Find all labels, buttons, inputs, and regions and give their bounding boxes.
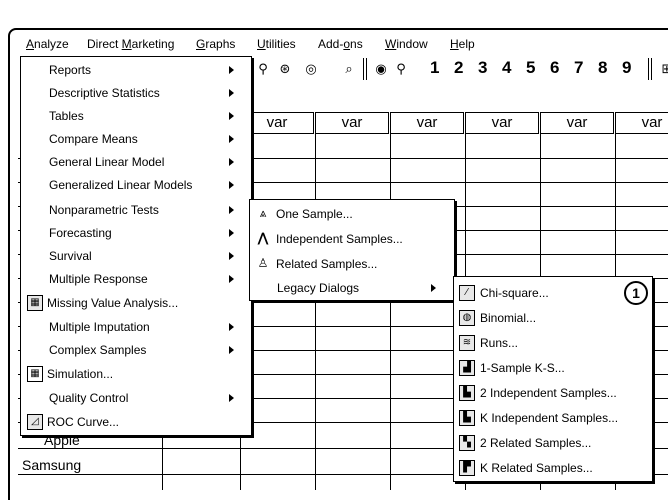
find-case-icon[interactable]: ⚲ [254, 60, 272, 78]
menu-item-survival[interactable]: Survival [49, 245, 249, 267]
menu-item-missing-value-analysis[interactable]: ▦ Missing Value Analysis... [27, 292, 249, 314]
submenu-arrow-icon [229, 252, 234, 260]
menu-item-runs[interactable]: ≋ Runs... [459, 332, 647, 354]
related-samples-icon: ♙ [257, 256, 269, 270]
menu-item-general-linear-model[interactable]: General Linear Model [49, 151, 249, 173]
nonparametric-submenu: ⩓ One Sample... ⋀ Independent Samples... ♙… [249, 199, 455, 301]
menu-item-one-sample[interactable]: ⩓ One Sample... [256, 203, 452, 225]
menu-item-legacy-dialogs[interactable]: Legacy Dialogs [277, 277, 452, 299]
submenu-arrow-icon [229, 181, 234, 189]
submenu-arrow-icon [229, 66, 234, 74]
menu-item-compare-means[interactable]: Compare Means [49, 128, 249, 150]
column-header[interactable]: var [615, 112, 668, 134]
toolbar-digit-5[interactable]: 5 [526, 58, 535, 78]
legacy-dialogs-submenu: 1 ⁄ Chi-square... ◍ Binomial... ≋ Runs... ▟… [453, 276, 653, 482]
submenu-arrow-icon [229, 112, 234, 120]
toolbar-digit-3[interactable]: 3 [478, 58, 487, 78]
menu-item-two-independent-samples[interactable]: ▙ 2 Independent Samples... [459, 382, 647, 404]
column-header[interactable]: var [465, 112, 539, 134]
submenu-arrow-icon [229, 206, 234, 214]
runs-icon: ≋ [459, 335, 475, 351]
globe-icon[interactable]: ◉ [372, 60, 390, 78]
menu-item-k-related-samples[interactable]: ▛ K Related Samples... [459, 457, 647, 479]
menu-item-simulation[interactable]: ▦ Simulation... [27, 363, 249, 385]
roc-curve-icon: ◿ [27, 414, 43, 430]
menu-direct-marketing[interactable]: Direct Marketing [87, 37, 174, 51]
grid-col-line [390, 134, 391, 490]
menu-item-generalized-linear-models[interactable]: Generalized Linear Models [49, 174, 249, 196]
toolbar-digit-8[interactable]: 8 [598, 58, 607, 78]
value-labels-icon[interactable]: ⌕ [340, 60, 358, 78]
weight-cases-icon[interactable]: ◎ [302, 60, 320, 78]
toolbar-separator [363, 58, 367, 80]
toolbar-digit-7[interactable]: 7 [574, 58, 583, 78]
submenu-arrow-icon [229, 158, 234, 166]
menu-item-multiple-imputation[interactable]: Multiple Imputation [49, 316, 249, 338]
submenu-arrow-icon [229, 346, 234, 354]
menu-item-independent-samples[interactable]: ⋀ Independent Samples... [256, 228, 452, 250]
k-independent-samples-icon: ▙ [459, 410, 475, 426]
toolbar-digit-4[interactable]: 4 [502, 58, 511, 78]
submenu-arrow-icon [229, 89, 234, 97]
menu-item-descriptive-statistics[interactable]: Descriptive Statistics [49, 82, 249, 104]
toolbar-digit-9[interactable]: 9 [622, 58, 631, 78]
menu-item-related-samples[interactable]: ♙ Related Samples... [256, 253, 452, 275]
menu-item-two-related-samples[interactable]: ▚ 2 Related Samples... [459, 432, 647, 454]
toolbar-separator [648, 58, 652, 80]
menu-item-binomial[interactable]: ◍ Binomial... [459, 307, 647, 329]
submenu-arrow-icon [229, 323, 234, 331]
k-related-samples-icon: ▛ [459, 460, 475, 476]
use-sets-icon[interactable]: ⚲ [392, 60, 410, 78]
menu-item-complex-samples[interactable]: Complex Samples [49, 339, 249, 361]
toolbar-digit-2[interactable]: 2 [454, 58, 463, 78]
chi-square-icon: ⁄ [459, 285, 475, 301]
menu-item-quality-control[interactable]: Quality Control [49, 387, 249, 409]
binomial-icon: ◍ [459, 310, 475, 326]
menu-analyze[interactable]: Analyze [26, 37, 69, 51]
menu-graphs[interactable]: Graphs [196, 37, 235, 51]
menu-item-roc-curve[interactable]: ◿ ROC Curve... [27, 411, 249, 433]
submenu-arrow-icon [229, 135, 234, 143]
one-sample-icon: ⩓ [259, 206, 267, 220]
menu-item-k-independent-samples[interactable]: ▙ K Independent Samples... [459, 407, 647, 429]
menu-item-one-sample-ks[interactable]: ▟ 1-Sample K-S... [459, 357, 647, 379]
column-header[interactable]: var [315, 112, 389, 134]
submenu-arrow-icon [229, 229, 234, 237]
menu-utilities[interactable]: Utilities [257, 37, 296, 51]
menu-item-nonparametric-tests[interactable]: Nonparametric Tests [49, 199, 249, 221]
cell-brand[interactable]: Samsung [22, 457, 81, 473]
menu-item-chi-square[interactable]: ⁄ Chi-square... [459, 282, 619, 304]
two-independent-samples-icon: ▙ [459, 385, 475, 401]
menu-item-multiple-response[interactable]: Multiple Response [49, 268, 249, 290]
menu-item-forecasting[interactable]: Forecasting [49, 222, 249, 244]
grid-col-line [315, 134, 316, 490]
submenu-arrow-icon [229, 275, 234, 283]
step-number-badge: 1 [624, 281, 648, 305]
missing-values-icon: ▦ [27, 295, 43, 311]
submenu-arrow-icon [431, 284, 436, 292]
menu-item-reports[interactable]: Reports [49, 59, 249, 81]
menu-window[interactable]: Window [385, 37, 428, 51]
menu-help[interactable]: Help [450, 37, 475, 51]
two-related-samples-icon: ▚ [459, 435, 475, 451]
submenu-arrow-icon [229, 394, 234, 402]
independent-samples-icon: ⋀ [257, 230, 269, 245]
toolbar-digit-1[interactable]: 1 [430, 58, 439, 78]
column-header[interactable]: var [540, 112, 614, 134]
column-header[interactable]: var [390, 112, 464, 134]
toolbar-overflow-icon[interactable]: ⊞ [658, 60, 668, 78]
binoculars-icon[interactable]: ⊛ [276, 60, 294, 78]
simulation-grid-icon: ▦ [27, 366, 43, 382]
toolbar-digit-6[interactable]: 6 [550, 58, 559, 78]
menu-add-ons[interactable]: Add-ons [318, 37, 363, 51]
one-sample-ks-icon: ▟ [459, 360, 475, 376]
menu-item-tables[interactable]: Tables [49, 105, 249, 127]
analyze-menu: Reports Descriptive Statistics Tables Co… [20, 56, 252, 436]
